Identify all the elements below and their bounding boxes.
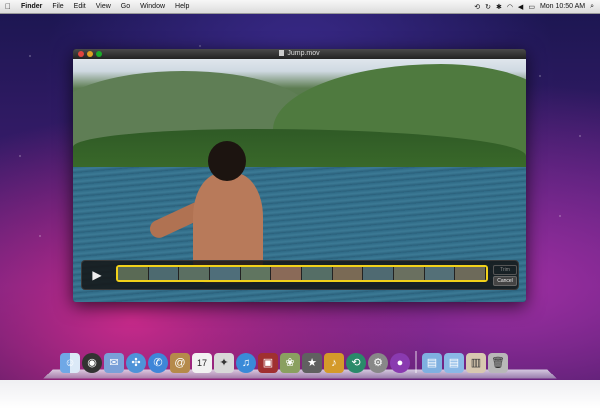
iphoto-icon[interactable]: ❀ <box>280 353 300 373</box>
system-preferences-icon[interactable]: ⚙ <box>368 353 388 373</box>
spotlight-search-icon[interactable]: ⌕ <box>590 3 594 11</box>
ichat-icon[interactable]: ✆ <box>148 353 168 373</box>
menu-window[interactable]: Window <box>135 0 170 13</box>
trim-button[interactable]: Trim <box>493 265 517 275</box>
battery-icon[interactable]: ▭ <box>528 3 535 11</box>
menu-help[interactable]: Help <box>170 0 194 13</box>
photo-booth-icon[interactable]: ▣ <box>258 353 278 373</box>
preview-icon[interactable]: ✦ <box>214 353 234 373</box>
dock-separator <box>415 351 417 373</box>
window-title: Jump.mov <box>73 49 526 59</box>
filmstrip-frame <box>302 267 333 280</box>
menu-edit[interactable]: Edit <box>69 0 91 13</box>
documents-folder-icon[interactable]: ▤ <box>444 353 464 373</box>
dashboard-icon[interactable]: ◉ <box>82 353 102 373</box>
front-row-icon[interactable]: ● <box>390 353 410 373</box>
applications-folder-icon[interactable]: ▤ <box>422 353 442 373</box>
trim-filmstrip[interactable] <box>116 265 488 282</box>
trash-icon[interactable]: 🗑 <box>488 353 508 373</box>
filmstrip-frame <box>332 267 364 280</box>
menu-view[interactable]: View <box>91 0 116 13</box>
cancel-button[interactable]: Cancel <box>493 276 517 286</box>
filmstrip-frame <box>240 267 272 280</box>
time-machine-icon[interactable]: ⟲ <box>346 353 366 373</box>
filmstrip-frame <box>271 267 303 280</box>
window-titlebar[interactable]: Jump.mov <box>73 49 526 59</box>
person-head <box>208 141 246 181</box>
movie-file-icon <box>279 50 285 57</box>
filmstrip-frame <box>118 267 149 280</box>
filmstrip-frame <box>363 267 395 280</box>
apple-menu-icon[interactable]:  <box>0 2 16 11</box>
dock: ☺ ◉ ✉ ✣ ✆ @ 17 ✦ ♫ ▣ ❀ ★ ♪ ⟲ ⚙ ● ▤ ▤ ▥ 🗑 <box>60 343 540 373</box>
filmstrip-frame <box>148 267 180 280</box>
volume-icon[interactable]: ◀ <box>518 3 523 11</box>
filmstrip-frame <box>455 267 486 280</box>
imovie-icon[interactable]: ★ <box>302 353 322 373</box>
menu-finder[interactable]: Finder <box>16 0 47 13</box>
safari-icon[interactable]: ✣ <box>126 353 146 373</box>
finder-icon[interactable]: ☺ <box>60 353 80 373</box>
bluetooth-icon[interactable]: ✱ <box>496 3 502 11</box>
filmstrip-frame <box>424 267 456 280</box>
downloads-stack-icon[interactable]: ▥ <box>466 353 486 373</box>
menu-bar:  Finder File Edit View Go Window Help ⟲… <box>0 0 600 14</box>
itunes-icon[interactable]: ♫ <box>236 353 256 373</box>
address-book-icon[interactable]: @ <box>170 353 190 373</box>
mail-stamp-icon[interactable]: ✉ <box>104 353 124 373</box>
menu-file[interactable]: File <box>47 0 68 13</box>
garageband-icon[interactable]: ♪ <box>324 353 344 373</box>
menu-clock[interactable]: Mon 10:50 AM <box>540 3 585 10</box>
play-button[interactable]: ▶ <box>88 266 106 284</box>
dock-floor <box>0 380 600 409</box>
time-machine-menu-icon[interactable]: ⟲ <box>474 3 480 11</box>
wifi-icon[interactable]: ◠ <box>507 3 513 11</box>
trim-controls: ▶ Trim Cancel <box>81 260 519 290</box>
filmstrip-frame <box>210 267 241 280</box>
sync-menu-icon[interactable]: ↻ <box>485 3 491 11</box>
window-title-text: Jump.mov <box>287 50 320 57</box>
filmstrip-frame <box>179 267 211 280</box>
ical-icon[interactable]: 17 <box>192 353 212 373</box>
quicktime-window: Jump.mov ▶ Trim Cancel <box>73 49 526 302</box>
menu-go[interactable]: Go <box>116 0 135 13</box>
filmstrip-frame <box>394 267 425 280</box>
